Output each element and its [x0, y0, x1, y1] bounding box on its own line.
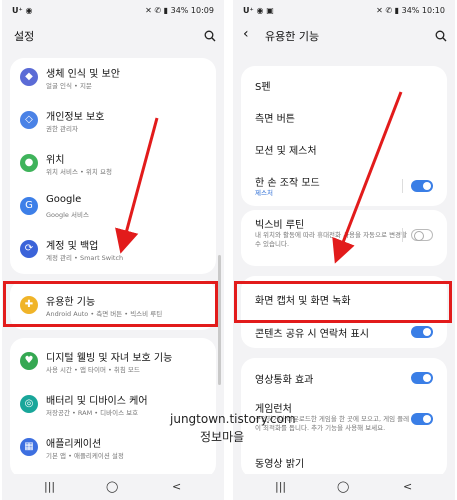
watermark-url: jungtown.tistory.com: [170, 412, 296, 426]
watermark-text: 정보마을: [200, 430, 245, 444]
arrow-left: [115, 117, 159, 254]
arrow-right: [332, 91, 403, 264]
